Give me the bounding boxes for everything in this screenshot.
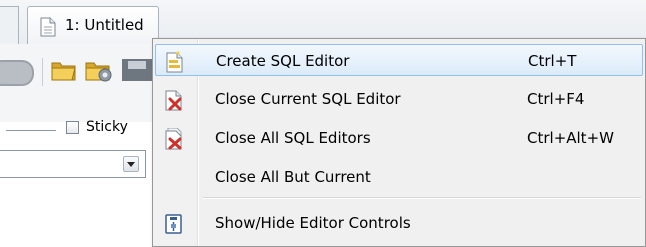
document-icon (40, 17, 56, 41)
sticky-option: Sticky (0, 116, 160, 144)
new-document-icon (165, 51, 185, 73)
previous-tab[interactable] (0, 6, 19, 45)
tab-label: 1: Untitled (65, 16, 144, 34)
sticky-checkbox[interactable] (66, 121, 79, 134)
menu-item-show-hide-editor-controls[interactable]: Show/Hide Editor Controls (155, 207, 643, 239)
chevron-down-icon[interactable] (123, 156, 139, 172)
menu-item-label: Close Current SQL Editor (215, 90, 401, 108)
close-all-documents-icon (164, 127, 184, 150)
menu-item-close-current-sql-editor[interactable]: Close Current SQL Editor Ctrl+F4 (155, 83, 643, 115)
editor-controls-icon (164, 213, 184, 234)
menu-item-shortcut: Ctrl+T (528, 52, 577, 70)
menu-item-shortcut: Ctrl+F4 (527, 90, 585, 108)
menu-item-label: Close All SQL Editors (215, 129, 371, 147)
folder-icon[interactable] (50, 56, 78, 88)
close-document-icon (164, 89, 184, 111)
menu-item-shortcut: Ctrl+Alt+W (527, 129, 614, 147)
menu-item-close-all-sql-editors[interactable]: Close All SQL Editors Ctrl+Alt+W (155, 122, 643, 154)
menu-item-close-all-but-current[interactable]: Close All But Current (155, 161, 643, 193)
stop-icon[interactable] (0, 57, 38, 93)
menu-item-label: Close All But Current (215, 168, 371, 186)
menu-item-label: Show/Hide Editor Controls (215, 214, 411, 232)
menu-item-create-sql-editor[interactable]: Create SQL Editor Ctrl+T (155, 44, 643, 76)
sticky-label: Sticky (86, 119, 128, 135)
tab-untitled[interactable]: 1: Untitled (27, 6, 159, 44)
context-menu: Create SQL Editor Ctrl+T Close Current S… (152, 38, 646, 247)
folder-gear-icon[interactable] (84, 56, 114, 88)
menu-separator (203, 197, 641, 198)
menu-item-label: Create SQL Editor (216, 52, 350, 70)
editor-combobox[interactable] (0, 150, 146, 178)
toolbar-separator (42, 58, 43, 86)
divider (6, 130, 56, 131)
save-icon[interactable] (120, 56, 152, 88)
